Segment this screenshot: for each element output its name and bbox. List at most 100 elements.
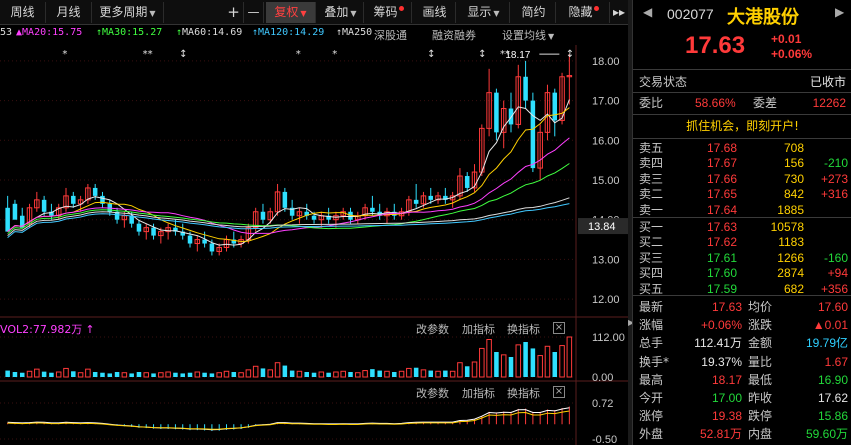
bid-label: 买一 [639,220,664,234]
prev-stock-button[interactable]: ◀ [643,5,652,19]
stats-row: 外盘 52.81万 内盘 59.60万 [633,425,851,444]
change-params-button[interactable]: 改参数 [416,385,449,401]
ask-level-3[interactable]: 卖三 17.66 730 +273 [633,172,851,187]
stat-label: 最低 [748,372,773,387]
add-indicator-button[interactable]: 加指标 [462,385,495,401]
divider [633,217,851,218]
chart-area[interactable]: 18.0017.0016.0015.0014.0013.0012.0013.84… [0,25,628,445]
stat-value: 17.00 [711,391,742,405]
overlay-button[interactable]: 叠加 ▼ [318,2,364,23]
display-button[interactable]: 显示 ▼ [458,2,510,23]
stock-name: 大港股份 [727,7,799,28]
switch-indicator-button[interactable]: 换指标 [507,321,540,337]
draw-line-button[interactable]: 画线 [414,2,456,23]
monthly-button[interactable]: 月线 [46,2,92,23]
expand-toolbar-button[interactable]: ▸▸ [610,2,628,23]
stat-value: 18.17 [711,372,742,387]
stat-label: 外盘 [639,427,664,442]
ma10-line [7,107,570,243]
volume-bar [333,371,339,378]
volume-bar [479,347,485,378]
bid-volume: 2874 [777,266,804,281]
shenguton-button[interactable]: 深股通 [374,27,407,43]
candle-body [136,223,142,232]
volume-bar [537,355,543,378]
switch-indicator-button[interactable]: 换指标 [507,385,540,401]
legend-ma120-text: MA120:14.29 [258,27,325,38]
volume-value: VOL2:77.982万 [0,323,83,336]
volume-bar [552,352,558,377]
bid-level-4[interactable]: 买四 17.60 2874 +94 [633,266,851,281]
volume-bar [202,372,207,377]
chart-toolbar: 周线 月线 更多周期 ▼ + — 复权 ▼ 叠加 ▼ 筹码 画线 显示 ▼ 简约 隐藏 … [0,0,628,25]
ask-volume: 156 [783,156,804,171]
weibi-label: 委比 [639,96,664,110]
volume-bar [559,345,565,378]
adjust-button[interactable]: 复权 ▼ [266,2,316,23]
volume-bar [544,345,551,378]
volume-bar [238,372,244,378]
bid-price: 17.60 [707,266,738,281]
kline-chart[interactable]: 18.0017.0016.0015.0014.0013.0012.0013.84… [0,25,628,445]
ask-level-2[interactable]: 卖四 17.67 156 -210 [633,156,851,171]
monthly-label: 月线 [56,5,81,19]
stat-value: 17.60 [817,300,848,314]
bid-level-1[interactable]: 买一 17.63 10578 [633,220,851,235]
volume-panel-header: VOL2:77.982万 ↑ 改参数 加指标 换指标 × [0,321,580,337]
price-tick-label: 15.00 [592,175,620,187]
bid-price: 17.59 [707,281,738,296]
volume-bar [136,372,142,377]
set-ma-button[interactable]: 设置均线 ▼ [502,27,554,43]
chips-button[interactable]: 筹码 [366,2,412,23]
candle-body [428,195,434,200]
weekly-label: 周线 [10,5,35,19]
add-indicator-button[interactable]: 加指标 [462,321,495,337]
ask-level-4[interactable]: 卖二 17.65 842 +316 [633,187,851,202]
ask-level-5[interactable]: 卖一 17.64 1885 [633,203,851,218]
more-periods-button[interactable]: 更多周期 ▼ [92,2,164,23]
event-marker: ** [143,49,153,60]
bid-level-5[interactable]: 买五 17.59 682 +356 [633,282,851,297]
stat-value: 112.41万 [694,336,742,351]
stat-value: +0.06% [700,318,742,333]
open-account-promo[interactable]: 抓住机会，即刻开户! [633,116,851,136]
simple-button[interactable]: 简约 [512,2,556,23]
trade-status-row: 交易状态 已收市 [633,73,851,92]
bid-level-2[interactable]: 买二 17.62 1183 [633,235,851,250]
hide-button[interactable]: 隐藏 [558,2,610,23]
stat-value: 1.67 [824,354,848,369]
last-price: 17.63 [685,32,746,59]
stat-label: 涨停 [639,409,664,424]
stats-row: 换手* 19.37% 量比 1.67 [633,353,851,372]
candle-body [71,195,76,204]
volume-tick-label: 0.00 [592,372,613,384]
volume-bar [77,372,84,378]
zoom-out-button[interactable]: — [244,2,264,23]
next-stock-button[interactable]: ▶ [835,5,844,19]
volume-bar [5,370,10,377]
change-params-button[interactable]: 改参数 [416,321,449,337]
volume-tick-label: 112.00 [592,332,625,344]
volume-bar [377,370,382,377]
ask-level-1[interactable]: 卖五 17.68 708 [633,141,851,156]
more-periods-label: 更多周期 [99,5,148,19]
zoom-in-button[interactable]: + [224,2,244,23]
volume-bar [530,348,536,377]
volume-bar [121,372,128,378]
volume-bar [435,370,441,378]
volume-bar [566,336,573,378]
chevron-down-icon: ▼ [300,9,307,18]
price-change: +0.01 +0.06% [771,32,812,62]
margin-trading-button[interactable]: 融资融券 [432,27,476,43]
legend-ma250-text: MA250 [342,27,373,38]
bid-level-3[interactable]: 买三 17.61 1266 -160 [633,251,851,266]
candle-body [282,191,288,208]
volume-bar [26,370,33,378]
divider [633,92,851,93]
stat-label: 换手* [639,354,670,369]
volume-bar [311,372,317,377]
volume-bar [12,372,18,377]
legend-ma20-text: MA20:15.75 [22,27,83,38]
weekly-button[interactable]: 周线 [0,2,46,23]
volume-bar [34,368,40,378]
